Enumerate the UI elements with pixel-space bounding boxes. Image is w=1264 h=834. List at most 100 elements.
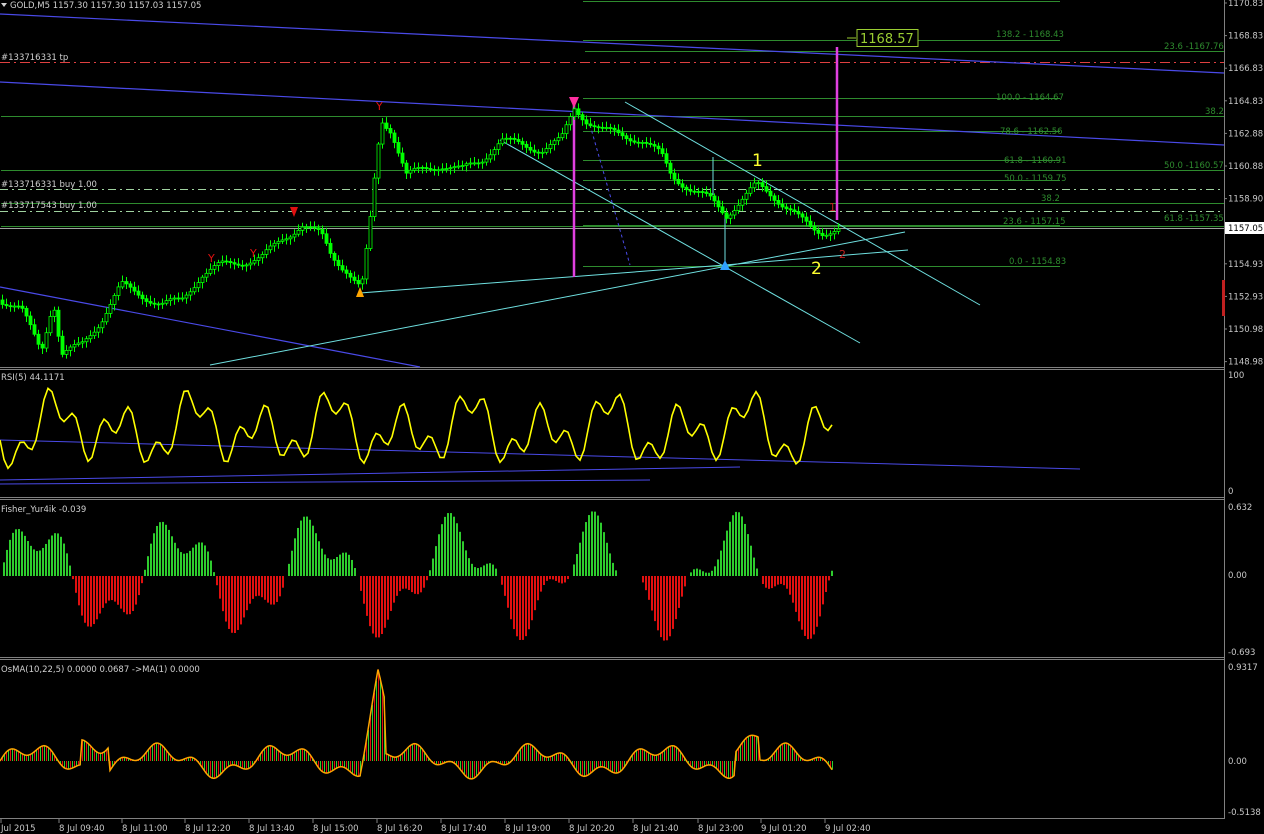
price-label-box[interactable]: 1168.57: [847, 29, 919, 48]
osma-bar: [618, 761, 619, 773]
candle-body: [776, 200, 781, 205]
osma-bar: [286, 755, 287, 761]
osma-panel[interactable]: OsMA(10,22,5) 0.0000 0.0687 ->MA(1) 0.00…: [0, 663, 1261, 818]
fisher-bar-up: [180, 552, 182, 576]
fisher-bar-down: [231, 576, 233, 633]
fisher-tick-zero: 0.00: [1228, 571, 1247, 581]
osma-bar: [70, 761, 71, 769]
osma-bar: [90, 745, 91, 761]
fisher-bar-down: [807, 576, 809, 640]
candle-body: [720, 206, 725, 214]
osma-bar: [288, 755, 289, 761]
osma-bar: [534, 747, 535, 761]
fisher-bar-up: [69, 565, 71, 576]
osma-bar: [300, 749, 301, 761]
osma-bar: [68, 761, 69, 770]
fisher-bar-down: [654, 576, 656, 622]
fisher-bar-down: [666, 576, 668, 641]
candle-body: [0, 299, 5, 305]
fisher-bar-up: [201, 542, 203, 576]
fisher-bar-up: [594, 511, 596, 576]
osma-bar: [774, 753, 775, 761]
price-candles[interactable]: [0, 103, 841, 359]
candle-body: [672, 172, 677, 180]
fisher-bar-down: [522, 576, 524, 640]
candle-body: [336, 259, 341, 267]
fisher-bar-down: [795, 576, 797, 612]
osma-bar: [660, 753, 661, 761]
svg-text:61.8 - 1160.91: 61.8 - 1160.91: [1004, 156, 1067, 166]
trading-chart[interactable]: Y Y Y 1 2 1 2 138.2 - 1168.43 100.0 - 11…: [0, 0, 1264, 834]
osma-bar: [266, 747, 267, 761]
candle-body: [248, 262, 253, 266]
candle-body: [504, 137, 509, 140]
osma-bar: [602, 761, 603, 767]
osma-bar: [216, 761, 217, 778]
candle-body: [136, 290, 141, 296]
candle-body: [652, 144, 657, 147]
osma-bar: [748, 736, 749, 761]
fisher-bar-up: [696, 568, 698, 576]
price-axis[interactable]: 1170.83 1168.83 1166.83 1164.83 1162.88 1160.…: [1224, 0, 1263, 368]
osma-bar: [520, 749, 521, 761]
fisher-bar-up: [693, 569, 695, 576]
fisher-bar-up: [462, 541, 464, 576]
fisher-bar-up: [429, 570, 431, 576]
candle-body: [212, 265, 217, 270]
candle-body: [204, 272, 209, 278]
candle-body: [12, 305, 17, 308]
rsi-panel[interactable]: RSI(5) 44.1171 100 0: [0, 371, 1244, 497]
candle-body: [748, 187, 753, 194]
price-tick: 1148.98: [1228, 358, 1263, 368]
osma-bar: [786, 743, 787, 761]
fisher-panel[interactable]: Fisher_Yur4ik -0.039 0.632 0.00 -0.693: [1, 503, 1255, 658]
osma-bar: [528, 743, 529, 761]
fisher-bar-up: [342, 552, 344, 576]
collapse-triangle-icon[interactable]: [1, 3, 7, 7]
candle-body: [420, 167, 425, 169]
osma-bar: [36, 750, 37, 761]
osma-bar: [750, 735, 751, 761]
osma-bar: [218, 761, 219, 777]
osma-bar: [324, 761, 325, 773]
price-panel[interactable]: Y Y Y 1 2 1 2 138.2 - 1168.43 100.0 - 11…: [0, 0, 1264, 368]
osma-bar: [354, 761, 355, 775]
osma-bar: [716, 761, 717, 769]
osma-bar: [664, 750, 665, 761]
osma-bar: [348, 761, 349, 770]
osma-bar: [66, 761, 67, 769]
fisher-bar-down: [270, 576, 272, 605]
candle-body: [316, 227, 321, 230]
osma-bar: [342, 761, 343, 767]
fisher-bar-up: [435, 546, 437, 576]
fisher-bar-down: [555, 576, 557, 581]
fisher-bar-up: [465, 550, 467, 576]
candle-body: [164, 300, 169, 304]
time-axis[interactable]: Jul 2015 8 Jul 09:40 8 Jul 11:00 8 Jul 12:2…: [0, 819, 871, 834]
candle-body: [636, 141, 641, 144]
candle-body: [128, 283, 133, 288]
fisher-bar-up: [609, 553, 611, 576]
svg-text:23.6 -1167.76: 23.6 -1167.76: [1164, 42, 1224, 52]
osma-bar: [698, 761, 699, 769]
fisher-bar-up: [27, 541, 29, 576]
blue-trendlines[interactable]: [0, 13, 1225, 368]
time-tick: 8 Jul 15:00: [313, 824, 359, 834]
osma-bar: [208, 761, 209, 776]
osma-bar: [524, 745, 525, 761]
osma-bar: [674, 745, 675, 761]
fisher-bar-up: [144, 569, 146, 576]
fisher-bar-down: [822, 576, 824, 605]
scroll-marker[interactable]: [1222, 280, 1225, 316]
osma-bar: [104, 752, 105, 761]
osma-bar: [776, 750, 777, 761]
rsi-tick-100: 100: [1228, 371, 1244, 381]
fisher-bar-up: [702, 571, 704, 576]
fisher-bar-down: [87, 576, 89, 627]
osma-bar: [38, 748, 39, 761]
osma-bar: [154, 743, 155, 761]
candle-body: [324, 233, 329, 244]
osma-bar: [358, 761, 359, 777]
fisher-bar-down: [276, 576, 278, 602]
osma-bar: [646, 750, 647, 761]
